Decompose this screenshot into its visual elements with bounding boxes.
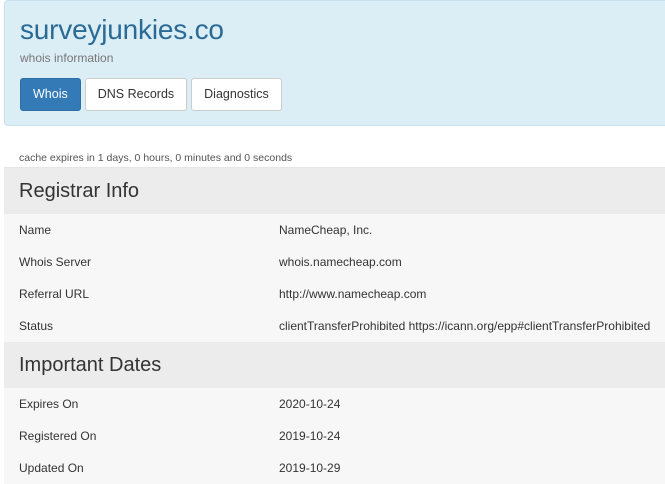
- table-row: Whois Server whois.namecheap.com: [4, 246, 665, 278]
- row-value: NameCheap, Inc.: [279, 223, 373, 237]
- table-row: Name NameCheap, Inc.: [4, 214, 665, 246]
- row-label: Referral URL: [19, 287, 90, 301]
- row-label: Name: [19, 223, 52, 237]
- table-row: Referral URL http://www.namecheap.com: [4, 278, 665, 310]
- row-label: Expires On: [19, 397, 79, 411]
- section-heading-dates: Important Dates: [4, 342, 665, 388]
- domain-header: surveyjunkies.co whois information Whois…: [4, 0, 665, 126]
- row-label: Updated On: [19, 461, 84, 475]
- row-value: http://www.namecheap.com: [279, 287, 427, 301]
- row-label: Registered On: [19, 429, 97, 443]
- row-value: 2019-10-29: [279, 461, 341, 475]
- cache-expiry-note: cache expires in 1 days, 0 hours, 0 minu…: [19, 152, 293, 164]
- row-value: 2020-10-24: [279, 397, 341, 411]
- row-label: Whois Server: [19, 255, 92, 269]
- domain-title: surveyjunkies.co: [20, 14, 224, 45]
- section-heading-registrar: Registrar Info: [4, 168, 665, 214]
- tab-bar: Whois DNS Records Diagnostics: [20, 78, 282, 111]
- page-subtitle: whois information: [20, 51, 114, 65]
- tab-diagnostics[interactable]: Diagnostics: [191, 78, 282, 111]
- table-row: Updated On 2019-10-29: [4, 452, 665, 484]
- table-row: Expires On 2020-10-24: [4, 388, 665, 420]
- tab-dns-records[interactable]: DNS Records: [84, 78, 188, 111]
- row-value: clientTransferProhibited https://icann.o…: [279, 319, 651, 333]
- row-value: 2019-10-24: [279, 429, 341, 443]
- tab-whois[interactable]: Whois: [20, 78, 81, 111]
- table-row: Status clientTransferProhibited https://…: [4, 310, 665, 342]
- row-label: Status: [19, 319, 54, 333]
- whois-panel: Registrar Info Name NameCheap, Inc. Whoi…: [4, 167, 665, 484]
- row-value: whois.namecheap.com: [279, 255, 402, 269]
- table-row: Registered On 2019-10-24: [4, 420, 665, 452]
